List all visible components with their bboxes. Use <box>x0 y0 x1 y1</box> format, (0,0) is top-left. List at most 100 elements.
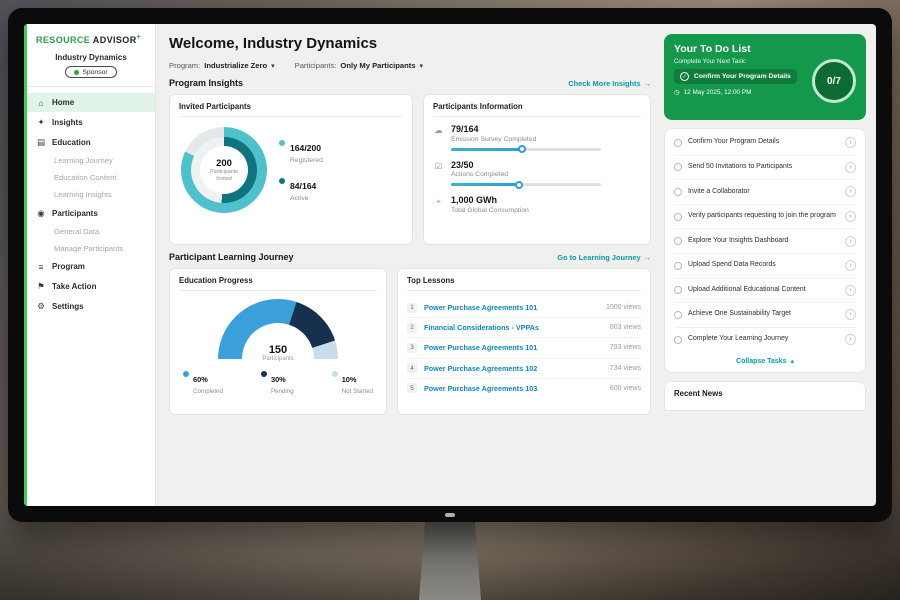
task-checkbox[interactable] <box>674 139 682 147</box>
task-row[interactable]: Verify participants requesting to join t… <box>674 205 856 230</box>
filter-bar: Program: Industrialize Zero ▾ Participan… <box>169 61 651 70</box>
actions-progress-bar <box>451 183 520 186</box>
task-checkbox[interactable] <box>674 188 682 196</box>
chevron-right-icon[interactable]: › <box>845 137 856 148</box>
lesson-link[interactable]: Power Purchase Agreements 101 <box>424 343 603 352</box>
task-row[interactable]: Invite a Collaborator › <box>674 180 856 205</box>
pending-value: 30% <box>271 375 286 384</box>
legend-pending: 30% Pending <box>261 369 294 395</box>
task-checkbox[interactable] <box>674 286 682 294</box>
active-value: 84/164 <box>290 181 316 191</box>
app-logo: RESOURCE ADVISOR+ <box>27 31 155 50</box>
collapse-tasks-link[interactable]: Collapse Tasks ▴ <box>674 351 856 369</box>
sidebar-item-settings[interactable]: ⚙ Settings <box>27 296 155 316</box>
sidebar-item-participants[interactable]: ◉ Participants <box>27 203 155 223</box>
go-to-learning-journey-link[interactable]: Go to Learning Journey → <box>557 253 651 262</box>
home-icon: ⌂ <box>36 98 46 108</box>
chevron-right-icon[interactable]: › <box>845 285 856 296</box>
task-row[interactable]: Achieve One Sustainability Target › <box>674 303 856 328</box>
task-label: Achieve One Sustainability Target <box>688 310 839 319</box>
task-checkbox[interactable] <box>674 237 682 245</box>
chevron-right-icon[interactable]: › <box>845 334 856 345</box>
active-label: Active <box>290 195 316 202</box>
registered-value: 164/200 <box>290 143 321 153</box>
program-select-value: Industrialize Zero <box>204 61 267 70</box>
lesson-rank: 5 <box>407 383 417 393</box>
sidebar-item-manage-participants[interactable]: Manage Participants <box>27 240 155 257</box>
emission-progress-bar <box>451 148 523 151</box>
not-started-label: Not Started <box>342 388 373 395</box>
top-lessons-title: Top Lessons <box>407 276 641 291</box>
chevron-right-icon[interactable]: › <box>845 162 856 173</box>
chevron-right-icon[interactable]: › <box>845 260 856 271</box>
sidebar-item-insights[interactable]: ✦ Insights <box>27 112 155 132</box>
sidebar-item-learning-journey[interactable]: Learning Journey <box>27 152 155 169</box>
lesson-link[interactable]: Power Purchase Agreements 103 <box>424 384 603 393</box>
task-row[interactable]: Upload Additional Educational Content › <box>674 279 856 304</box>
lesson-rank: 1 <box>407 303 417 313</box>
chevron-right-icon[interactable]: › <box>845 236 856 247</box>
sidebar-item-program[interactable]: ≡ Program <box>27 257 155 276</box>
program-select[interactable]: Program: Industrialize Zero ▾ <box>169 61 275 70</box>
task-row[interactable]: Confirm Your Program Details › <box>674 131 856 156</box>
sponsor-badge-label: Sponsor <box>82 69 107 76</box>
insights-icon: ✦ <box>36 117 46 128</box>
sidebar-divider <box>27 86 155 87</box>
chevron-right-icon[interactable]: › <box>845 309 856 320</box>
check-more-insights-link[interactable]: Check More Insights → <box>568 79 651 88</box>
sidebar-item-general-data[interactable]: General Data <box>27 223 155 240</box>
task-label: Verify participants requesting to join t… <box>688 212 839 221</box>
sidebar-item-home[interactable]: ⌂ Home <box>27 93 155 112</box>
invited-total-label: Participants Invited <box>205 169 243 181</box>
lesson-link[interactable]: Financial Considerations - VPPAs <box>424 323 603 332</box>
participants-select[interactable]: Participants: Only My Participants ▾ <box>295 61 423 70</box>
lesson-row: 3 Power Purchase Agreements 101 793 view… <box>407 338 641 358</box>
todo-next-task[interactable]: ✓ Confirm Your Program Details <box>674 69 797 84</box>
sidebar-item-label: Home <box>52 98 74 107</box>
task-checkbox[interactable] <box>674 336 682 344</box>
logo-plus: + <box>137 34 142 41</box>
sidebar-item-education[interactable]: ▤ Education <box>27 132 155 152</box>
emission-icon: ☁ <box>433 125 444 136</box>
sidebar-item-label: Take Action <box>52 282 96 291</box>
todo-panel: Your To Do List Complete Your Next Task:… <box>663 24 876 506</box>
task-checkbox[interactable] <box>674 163 682 171</box>
sidebar-item-take-action[interactable]: ⚑ Take Action <box>27 276 155 296</box>
education-icon: ▤ <box>36 137 46 148</box>
not-started-value: 10% <box>342 375 357 384</box>
task-checkbox[interactable] <box>674 311 682 319</box>
check-more-insights-label: Check More Insights <box>568 79 640 88</box>
education-participants-value: 150 <box>218 344 338 356</box>
chevron-right-icon[interactable]: › <box>845 186 856 197</box>
program-insights-header: Program Insights Check More Insights → <box>169 78 651 88</box>
logo-text-advisor: ADVISOR <box>93 35 137 45</box>
sidebar-item-education-content[interactable]: Education Content <box>27 169 155 186</box>
education-gauge-center: 150 Participants <box>218 344 338 362</box>
task-label: Invite a Collaborator <box>688 188 839 197</box>
not-started-dot <box>332 371 338 377</box>
lesson-views: 803 views <box>610 324 641 331</box>
task-row[interactable]: Explore Your Insights Dashboard › <box>674 229 856 254</box>
lesson-rank: 2 <box>407 323 417 333</box>
completed-value: 60% <box>193 375 208 384</box>
task-checkbox[interactable] <box>674 262 682 270</box>
consumption-icon: ⌖ <box>433 196 444 207</box>
chevron-right-icon[interactable]: › <box>845 211 856 222</box>
logo-text-resource: RESOURCE <box>36 35 90 45</box>
lesson-link[interactable]: Power Purchase Agreements 101 <box>424 303 599 312</box>
todo-progress-ring: 0/7 <box>812 59 856 103</box>
actions-completed-row: ☑ 23/50 Actions Completed <box>433 160 641 187</box>
recent-news-header[interactable]: Recent News <box>664 381 866 411</box>
lesson-views: 1000 views <box>606 304 641 311</box>
sidebar-item-label: Program <box>52 262 85 271</box>
lesson-link[interactable]: Power Purchase Agreements 102 <box>424 364 603 373</box>
task-row[interactable]: Complete Your Learning Journey › <box>674 328 856 352</box>
task-row[interactable]: Upload Spend Data Records › <box>674 254 856 279</box>
program-icon: ≡ <box>36 262 46 272</box>
task-checkbox[interactable] <box>674 213 682 221</box>
actions-value: 23/50 <box>451 160 601 170</box>
lesson-row: 4 Power Purchase Agreements 102 734 view… <box>407 359 641 379</box>
todo-due-date-label: 12 May 2025, 12:00 PM <box>684 89 752 96</box>
task-row[interactable]: Send 50 Invitations to Participants › <box>674 156 856 181</box>
sidebar-item-learning-insights[interactable]: Learning Insights <box>27 186 155 203</box>
